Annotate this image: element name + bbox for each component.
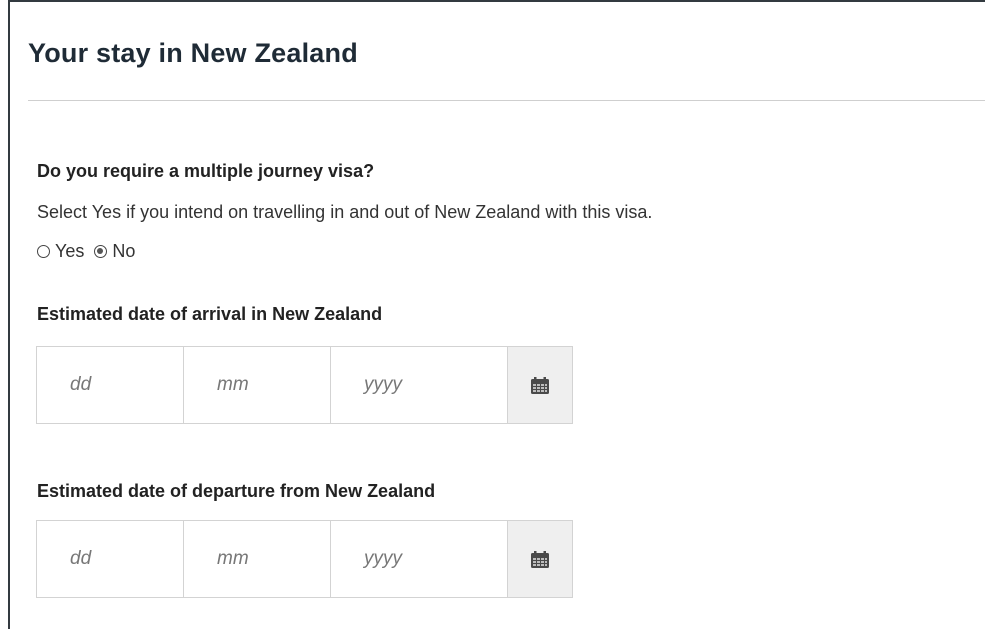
arrival-month-input[interactable]: mm [184,347,331,423]
arrival-year-input[interactable]: yyyy [331,347,508,423]
departure-date-group: dd mm yyyy [36,520,573,598]
multiple-journey-radio-group: Yes No [37,241,145,262]
page-title: Your stay in New Zealand [28,38,358,68]
calendar-icon [531,376,549,394]
radio-option-yes[interactable]: Yes [37,241,84,262]
radio-no-circle[interactable] [94,245,108,258]
radio-yes-circle[interactable] [37,245,50,258]
calendar-icon [531,550,549,568]
title-divider [28,100,985,101]
departure-day-input[interactable]: dd [37,521,184,597]
departure-year-input[interactable]: yyyy [331,521,508,597]
radio-yes-label[interactable]: Yes [55,241,84,262]
radio-no-label[interactable]: No [112,241,135,262]
departure-calendar-button[interactable] [508,521,572,597]
departure-date-label: Estimated date of departure from New Zea… [37,481,436,501]
multiple-journey-help: Select Yes if you intend on travelling i… [37,202,653,222]
arrival-day-input[interactable]: dd [37,347,184,423]
arrival-date-label: Estimated date of arrival in New Zealand [37,304,383,324]
arrival-calendar-button[interactable] [508,347,572,423]
departure-month-input[interactable]: mm [184,521,331,597]
multiple-journey-question: Do you require a multiple journey visa? [37,161,375,181]
arrival-date-group: dd mm yyyy [36,346,573,424]
radio-option-no[interactable]: No [94,241,135,262]
